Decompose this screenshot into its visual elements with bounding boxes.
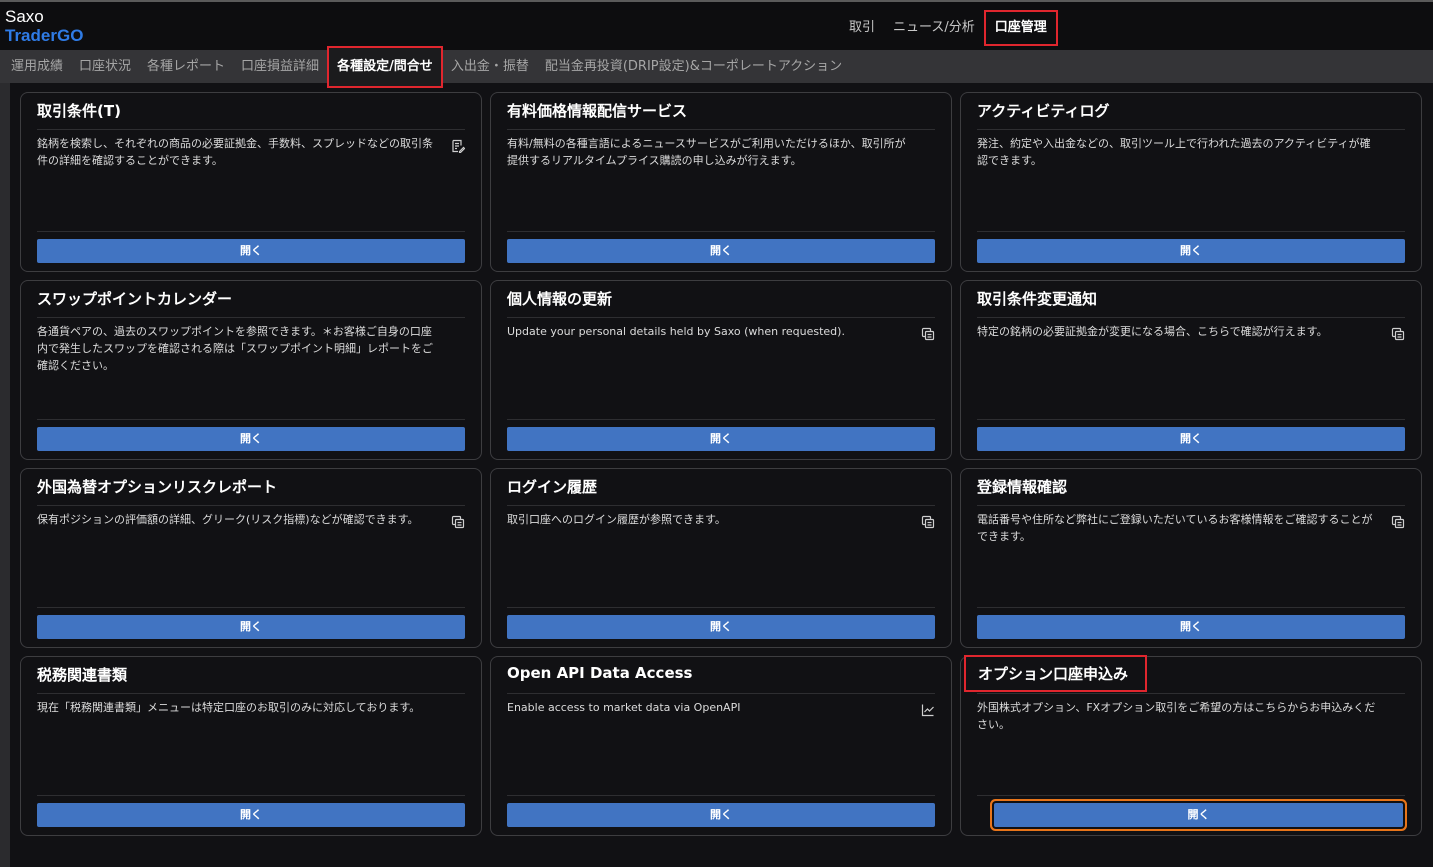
settings-card-grid: 取引条件(T) 銘柄を検索し、それぞれの商品の必要証拠金、手数料、スプレッドなど… — [20, 92, 1422, 836]
card-description: Enable access to market data via OpenAPI — [507, 701, 741, 714]
card-footer-divider — [37, 607, 465, 608]
card-footer-divider — [507, 795, 935, 796]
card-title: 個人情報の更新 — [507, 290, 613, 308]
brand-line2: TraderGO — [5, 26, 84, 45]
copy-icon[interactable] — [921, 327, 935, 341]
open-button[interactable]: 開く — [977, 427, 1405, 451]
card-condition-change-notice: 取引条件変更通知 特定の銘柄の必要証拠金が変更になる場合、こちらで確認が行えます… — [960, 280, 1422, 460]
copy-icon[interactable] — [921, 515, 935, 529]
card-description: Update your personal details held by Sax… — [507, 325, 845, 338]
card-description: 特定の銘柄の必要証拠金が変更になる場合、こちらで確認が行えます。 — [977, 325, 1328, 338]
card-title: Open API Data Access — [507, 664, 693, 682]
sub-nav-reports[interactable]: 各種レポート — [139, 50, 233, 83]
card-description: 発注、約定や入出金などの、取引ツール上で行われた過去のアクティビティが確認できま… — [977, 137, 1371, 167]
card-divider — [977, 693, 1405, 694]
card-title: オプション口座申込み — [964, 655, 1148, 692]
open-button[interactable]: 開く — [977, 615, 1405, 639]
card-divider — [507, 317, 935, 318]
copy-icon[interactable] — [451, 515, 465, 529]
card-fx-option-risk-report: 外国為替オプションリスクレポート 保有ポジションの評価額の詳細、グリーク(リスク… — [20, 468, 482, 648]
open-button[interactable]: 開く — [507, 239, 935, 263]
card-footer-divider — [507, 231, 935, 232]
card-description: 外国株式オプション、FXオプション取引をご希望の方はこちらからお申込みください。 — [977, 701, 1376, 731]
card-trading-conditions: 取引条件(T) 銘柄を検索し、それぞれの商品の必要証拠金、手数料、スプレッドなど… — [20, 92, 482, 272]
open-button[interactable]: 開く — [507, 615, 935, 639]
sub-nav-account-status[interactable]: 口座状況 — [71, 50, 139, 83]
card-footer-divider — [977, 419, 1405, 420]
card-registration-info: 登録情報確認 電話番号や住所など弊社にご登録いただいているお客様情報をご確認する… — [960, 468, 1422, 648]
left-gutter — [0, 83, 10, 867]
card-footer-divider — [37, 795, 465, 796]
card-divider — [37, 693, 465, 694]
card-personal-info-update: 個人情報の更新 Update your personal details hel… — [490, 280, 952, 460]
card-description: 保有ポジションの評価額の詳細、グリーク(リスク指標)などが確認できます。 — [37, 513, 419, 526]
card-title: 税務関連書類 — [37, 666, 128, 684]
sub-nav-performance[interactable]: 運用成績 — [3, 50, 71, 83]
card-open-api-data-access: Open API Data Access Enable access to ma… — [490, 656, 952, 836]
card-swap-calendar: スワップポイントカレンダー 各通貨ペアの、過去のスワップポイントを参照できます。… — [20, 280, 482, 460]
card-footer-divider — [977, 231, 1405, 232]
sub-nav-settings[interactable]: 各種設定/問合せ — [327, 46, 443, 88]
open-button[interactable]: 開く — [994, 803, 1403, 827]
sub-nav-drip[interactable]: 配当金再投資(DRIP設定)&コーポレートアクション — [537, 50, 850, 83]
open-button[interactable]: 開く — [37, 427, 465, 451]
card-footer-divider — [37, 419, 465, 420]
open-button[interactable]: 開く — [37, 239, 465, 263]
card-divider — [507, 693, 935, 694]
card-title: 取引条件(T) — [37, 102, 121, 120]
card-footer-divider — [977, 795, 1405, 796]
main-nav-news[interactable]: ニュース/分析 — [884, 10, 984, 46]
main-nav: 取引 ニュース/分析 口座管理 — [840, 10, 1058, 46]
card-description: 有料/無料の各種言語によるニュースサービスがご利用いただけるほか、取引所が提供す… — [507, 137, 906, 167]
card-description: 銘柄を検索し、それぞれの商品の必要証拠金、手数料、スプレッドなどの取引条件の詳細… — [37, 137, 433, 167]
card-divider — [37, 129, 465, 130]
card-title: スワップポイントカレンダー — [37, 290, 233, 308]
card-divider — [977, 317, 1405, 318]
card-divider — [37, 317, 465, 318]
card-description: 電話番号や住所など弊社にご登録いただいているお客様情報をご確認することができます… — [977, 513, 1373, 543]
card-divider — [977, 129, 1405, 130]
card-title: 外国為替オプションリスクレポート — [37, 478, 278, 496]
open-button[interactable]: 開く — [507, 803, 935, 827]
card-footer-divider — [977, 607, 1405, 608]
main-nav-trade[interactable]: 取引 — [840, 10, 884, 46]
card-description: 各通貨ペアの、過去のスワップポイントを参照できます。＊お客様ご自身の口座内で発生… — [37, 325, 433, 372]
top-bar: Saxo TraderGO 取引 ニュース/分析 口座管理 — [0, 0, 1433, 50]
copy-icon[interactable] — [1391, 327, 1405, 341]
card-divider — [37, 505, 465, 506]
card-title: 有料価格情報配信サービス — [507, 102, 688, 120]
open-button[interactable]: 開く — [977, 239, 1405, 263]
card-divider — [977, 505, 1405, 506]
card-title: 登録情報確認 — [977, 478, 1068, 496]
sub-nav: 運用成績 口座状況 各種レポート 口座損益詳細 各種設定/問合せ 入出金・振替 … — [0, 46, 1433, 88]
card-login-history: ログイン履歴 取引口座へのログイン履歴が参照できます。 開く — [490, 468, 952, 648]
card-title: ログイン履歴 — [507, 478, 598, 496]
card-title: アクティビティログ — [977, 102, 1110, 120]
card-divider — [507, 505, 935, 506]
card-description: 現在「税務関連書類」メニューは特定口座のお取引のみに対応しております。 — [37, 701, 421, 714]
open-button[interactable]: 開く — [507, 427, 935, 451]
card-description: 取引口座へのログイン履歴が参照できます。 — [507, 513, 726, 526]
card-divider — [507, 129, 935, 130]
copy-icon[interactable] — [1391, 515, 1405, 529]
card-footer-divider — [507, 607, 935, 608]
main-nav-account[interactable]: 口座管理 — [983, 10, 1058, 46]
brand-line1: Saxo — [5, 7, 44, 26]
card-footer-divider — [507, 419, 935, 420]
brand-logo[interactable]: Saxo TraderGO — [5, 8, 83, 45]
sub-nav-pl-details[interactable]: 口座損益詳細 — [233, 50, 327, 83]
card-footer-divider — [37, 231, 465, 232]
card-title: 取引条件変更通知 — [977, 290, 1098, 308]
card-activity-log: アクティビティログ 発注、約定や入出金などの、取引ツール上で行われた過去のアクテ… — [960, 92, 1422, 272]
sub-nav-deposits[interactable]: 入出金・振替 — [443, 50, 537, 83]
edit-note-icon[interactable] — [451, 139, 465, 153]
card-tax-documents: 税務関連書類 現在「税務関連書類」メニューは特定口座のお取引のみに対応しておりま… — [20, 656, 482, 836]
card-paid-price-service: 有料価格情報配信サービス 有料/無料の各種言語によるニュースサービスがご利用いた… — [490, 92, 952, 272]
open-button[interactable]: 開く — [37, 803, 465, 827]
open-button[interactable]: 開く — [37, 615, 465, 639]
card-option-account-application: オプション口座申込み 外国株式オプション、FXオプション取引をご希望の方はこちら… — [960, 655, 1422, 836]
scrollbar-track[interactable] — [1423, 83, 1433, 867]
chart-line-icon[interactable] — [921, 703, 935, 717]
